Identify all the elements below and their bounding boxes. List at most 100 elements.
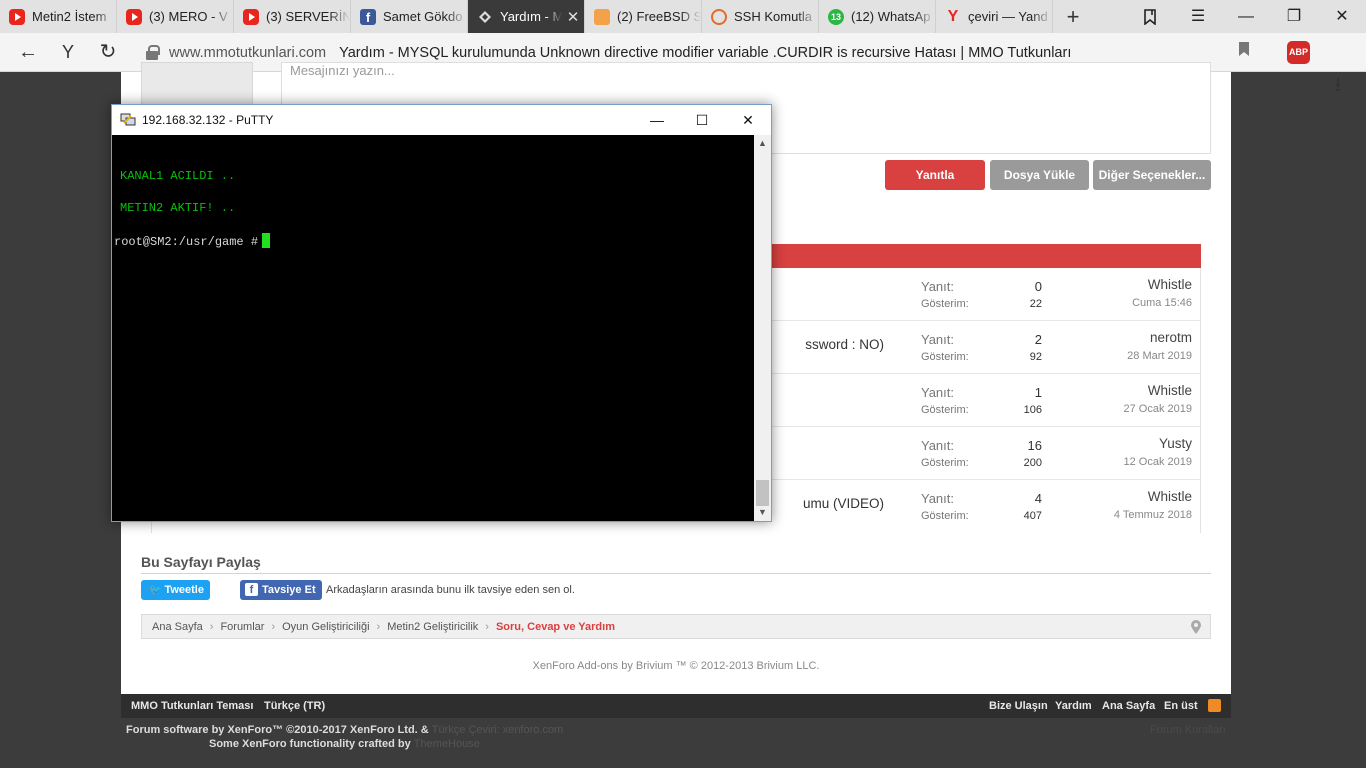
close-tab-icon[interactable]: ✕ — [562, 8, 584, 26]
last-poster[interactable]: nerotm — [1052, 330, 1192, 345]
copyright-line: Forum software by XenForo™ ©2010-2017 Xe… — [126, 724, 563, 736]
tab-youtube-1[interactable]: Metin2 İstem — [0, 0, 117, 33]
views-label: Gösterim: — [921, 298, 969, 310]
putty-window[interactable]: 192.168.32.132 - PuTTY — ☐ ✕ KANAL1 ACIL… — [111, 104, 772, 522]
tab-whatsapp[interactable]: 13 (12) WhatsAp — [819, 0, 936, 33]
tab-ssh[interactable]: SSH Komutla — [702, 0, 819, 33]
putty-title: 192.168.32.132 - PuTTY — [142, 113, 274, 127]
rss-icon[interactable] — [1208, 699, 1221, 712]
breadcrumb-metin2-dev[interactable]: Metin2 Geliştiricilik — [387, 621, 478, 633]
scroll-up-icon[interactable]: ▲ — [754, 135, 771, 152]
top-link[interactable]: En üst — [1164, 700, 1198, 712]
scrollbar-thumb[interactable] — [756, 480, 769, 506]
back-arrow-icon[interactable]: ← — [8, 33, 48, 72]
yandex-icon: Y — [947, 7, 959, 25]
close-icon[interactable]: ✕ — [725, 105, 771, 135]
views-count: 22 — [1029, 298, 1042, 310]
breadcrumb-forums[interactable]: Forumlar — [220, 621, 264, 633]
restore-icon[interactable]: ❐ — [1270, 0, 1318, 33]
bookmark-icon[interactable] — [1238, 42, 1252, 62]
terminal-prompt-line: root@SM2:/usr/game # — [114, 233, 271, 249]
forum-rules-link[interactable]: Forum Kuralları — [1150, 724, 1226, 736]
scroll-down-icon[interactable]: ▼ — [754, 504, 771, 521]
themehouse-link[interactable]: ThemeHouse — [414, 738, 480, 750]
views-count: 106 — [1023, 404, 1042, 416]
whatsapp-icon: 13 — [828, 8, 844, 25]
views-label: Gösterim: — [921, 351, 969, 363]
last-post-date[interactable]: 28 Mart 2019 — [1052, 350, 1192, 362]
tab-youtube-2[interactable]: (3) MERO - V — [117, 0, 234, 33]
twitter-icon: 🐦 — [149, 585, 162, 596]
lock-icon[interactable] — [145, 44, 160, 61]
terminal-area[interactable]: KANAL1 ACILDI .. METIN2 AKTIF! .. root@S… — [112, 135, 754, 521]
replies-label: Yanıt: — [921, 332, 955, 347]
last-poster[interactable]: Yusty — [1052, 436, 1192, 451]
last-poster[interactable]: Whistle — [1052, 489, 1192, 504]
facebook-recommend-button[interactable]: f Tavsiye Et — [240, 580, 322, 600]
breadcrumb-home[interactable]: Ana Sayfa — [152, 621, 203, 633]
replies-count: 2 — [1034, 332, 1042, 347]
facebook-icon: f — [245, 583, 258, 596]
last-poster[interactable]: Whistle — [1052, 277, 1192, 292]
tab-youtube-3[interactable]: (3) SERVERİN — [234, 0, 351, 33]
putty-titlebar[interactable]: 192.168.32.132 - PuTTY — ☐ ✕ — [112, 105, 771, 135]
browser-tab-bar: Metin2 İstem (3) MERO - V (3) SERVERİN f… — [0, 0, 1366, 33]
terminal-cursor — [262, 233, 271, 248]
contact-link[interactable]: Bize Ulaşın — [989, 700, 1048, 712]
views-label: Gösterim: — [921, 510, 969, 522]
recommend-label: Tavsiye Et — [262, 584, 316, 596]
last-post-date[interactable]: 12 Ocak 2019 — [1052, 456, 1193, 468]
breadcrumb-current[interactable]: Soru, Cevap ve Yardım — [496, 621, 615, 633]
replies-label: Yanıt: — [921, 491, 955, 506]
ssh-icon — [711, 8, 727, 25]
addons-credit: XenForo Add-ons by Brivium ™ © 2012-2013… — [532, 660, 820, 672]
location-pin-icon[interactable] — [1191, 620, 1201, 634]
youtube-icon — [243, 8, 259, 25]
putty-icon[interactable] — [120, 111, 136, 127]
maximize-icon[interactable]: ☐ — [679, 105, 725, 135]
last-poster[interactable]: Whistle — [1052, 383, 1192, 398]
home-link[interactable]: Ana Sayfa — [1102, 700, 1155, 712]
views-count: 200 — [1023, 457, 1042, 469]
xenforo-icon — [477, 9, 493, 25]
freebsd-icon — [594, 8, 610, 25]
new-tab-button[interactable]: + — [1053, 0, 1093, 33]
terminal-scrollbar[interactable]: ▲ ▼ — [754, 135, 771, 521]
youtube-icon — [126, 8, 142, 25]
upload-file-button[interactable]: Dosya Yükle — [990, 160, 1089, 190]
breadcrumb-game-dev[interactable]: Oyun Geliştiriciliği — [282, 621, 369, 633]
yandex-logo-icon[interactable]: Y — [48, 33, 88, 72]
page-title: Yardım - MYSQL kurulumunda Unknown direc… — [339, 44, 1072, 61]
tab-facebook[interactable]: f Samet Gökdo — [351, 0, 468, 33]
replies-label: Yanıt: — [921, 438, 955, 453]
terminal-line: KANAL1 ACILDI .. — [120, 169, 236, 183]
download-icon[interactable]: ⭳ — [1325, 66, 1351, 105]
views-label: Gösterim: — [921, 457, 969, 469]
tweet-button[interactable]: 🐦 Tweetle — [141, 580, 210, 600]
bookmarks-icon[interactable] — [1126, 0, 1174, 33]
minimize-icon[interactable]: — — [1222, 0, 1270, 33]
terminal-prompt: root@SM2:/usr/game # — [114, 235, 259, 249]
menu-icon[interactable]: ☰ — [1174, 0, 1222, 33]
close-window-icon[interactable]: ✕ — [1318, 0, 1366, 33]
reply-button[interactable]: Yanıtla — [885, 160, 985, 190]
help-link[interactable]: Yardım — [1055, 700, 1092, 712]
theme-link[interactable]: MMO Tutkunları Teması — [131, 700, 253, 712]
tab-active-forum[interactable]: Yardım - M ✕ — [468, 0, 585, 33]
footer-bar: MMO Tutkunları Teması Türkçe (TR) Bize U… — [121, 694, 1231, 718]
breadcrumb: Ana Sayfa › Forumlar › Oyun Geliştiriciliğ… — [141, 614, 1211, 639]
translation-credit[interactable]: Türkçe Çeviri: xenforo.com — [432, 724, 563, 736]
adblock-icon[interactable]: ABP — [1287, 41, 1310, 64]
more-options-button[interactable]: Diğer Seçenekler... — [1093, 160, 1211, 190]
tab-yandex[interactable]: Yçeviri — Yand — [936, 0, 1053, 33]
last-post-date[interactable]: Cuma 15:46 — [1052, 297, 1192, 309]
minimize-icon[interactable]: — — [634, 105, 680, 135]
share-divider — [141, 573, 1211, 574]
last-post-date[interactable]: 27 Ocak 2019 — [1052, 403, 1193, 415]
language-link[interactable]: Türkçe (TR) — [264, 700, 325, 712]
reload-icon[interactable]: ↻ — [88, 33, 128, 72]
tab-freebsd[interactable]: (2) FreeBSD S — [585, 0, 702, 33]
last-post-date[interactable]: 4 Temmuz 2018 — [1052, 509, 1192, 521]
views-count: 407 — [1023, 510, 1042, 522]
tweet-label: Tweetle — [164, 584, 204, 596]
